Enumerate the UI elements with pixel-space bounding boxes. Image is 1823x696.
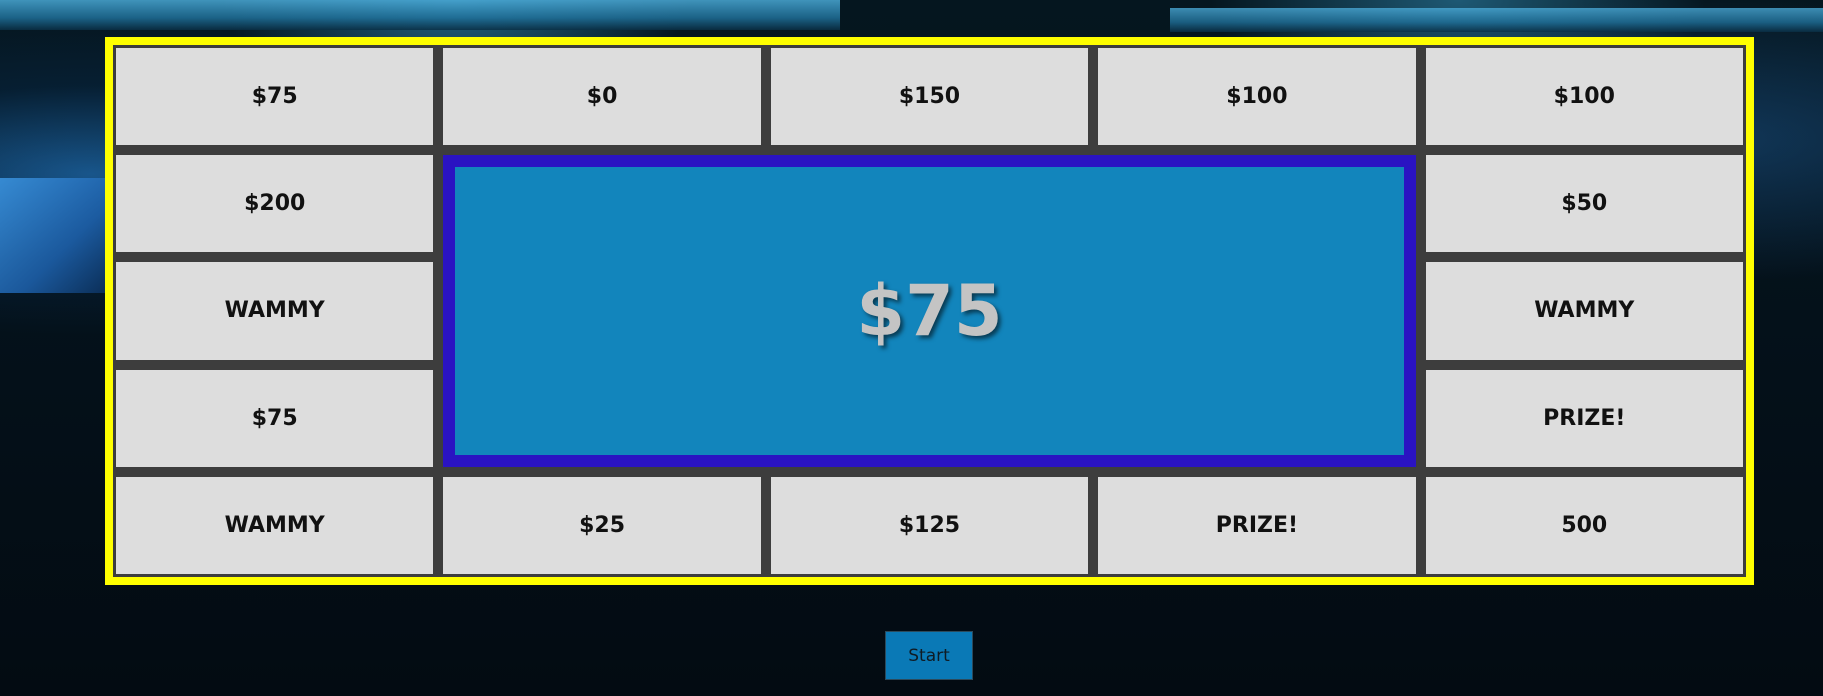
center-display-frame: $75 (443, 155, 1416, 467)
board-tile[interactable]: PRIZE! (1425, 369, 1743, 467)
board-tile[interactable]: $75 (116, 369, 434, 467)
background-building-left (0, 0, 840, 30)
board-tile[interactable]: $200 (116, 155, 434, 253)
board-tile[interactable]: 500 (1425, 476, 1743, 574)
board-tile[interactable]: $100 (1425, 48, 1743, 146)
center-display-screen: $75 (455, 167, 1404, 455)
background-building-right (1170, 8, 1823, 32)
board-tile[interactable]: $25 (443, 476, 761, 574)
board-tile[interactable]: WAMMY (116, 262, 434, 360)
board-tile[interactable]: WAMMY (1425, 262, 1743, 360)
board-tile[interactable]: $150 (770, 48, 1089, 146)
current-value: $75 (856, 269, 1003, 352)
board-tile[interactable]: $50 (1425, 155, 1743, 253)
board-tile[interactable]: $75 (116, 48, 434, 146)
board-tile[interactable]: $100 (1098, 48, 1416, 146)
start-button[interactable]: Start (885, 631, 973, 680)
background-stage-screen (0, 178, 110, 293)
game-board: $75 $0 $150 $100 $100 $200 WAMMY $75 $75… (105, 37, 1754, 585)
board-tile[interactable]: PRIZE! (1098, 476, 1416, 574)
board-tile[interactable]: WAMMY (116, 476, 434, 574)
board-tile[interactable]: $0 (443, 48, 761, 146)
game-board-grid: $75 $0 $150 $100 $100 $200 WAMMY $75 $75… (113, 45, 1746, 577)
board-tile[interactable]: $125 (770, 476, 1089, 574)
